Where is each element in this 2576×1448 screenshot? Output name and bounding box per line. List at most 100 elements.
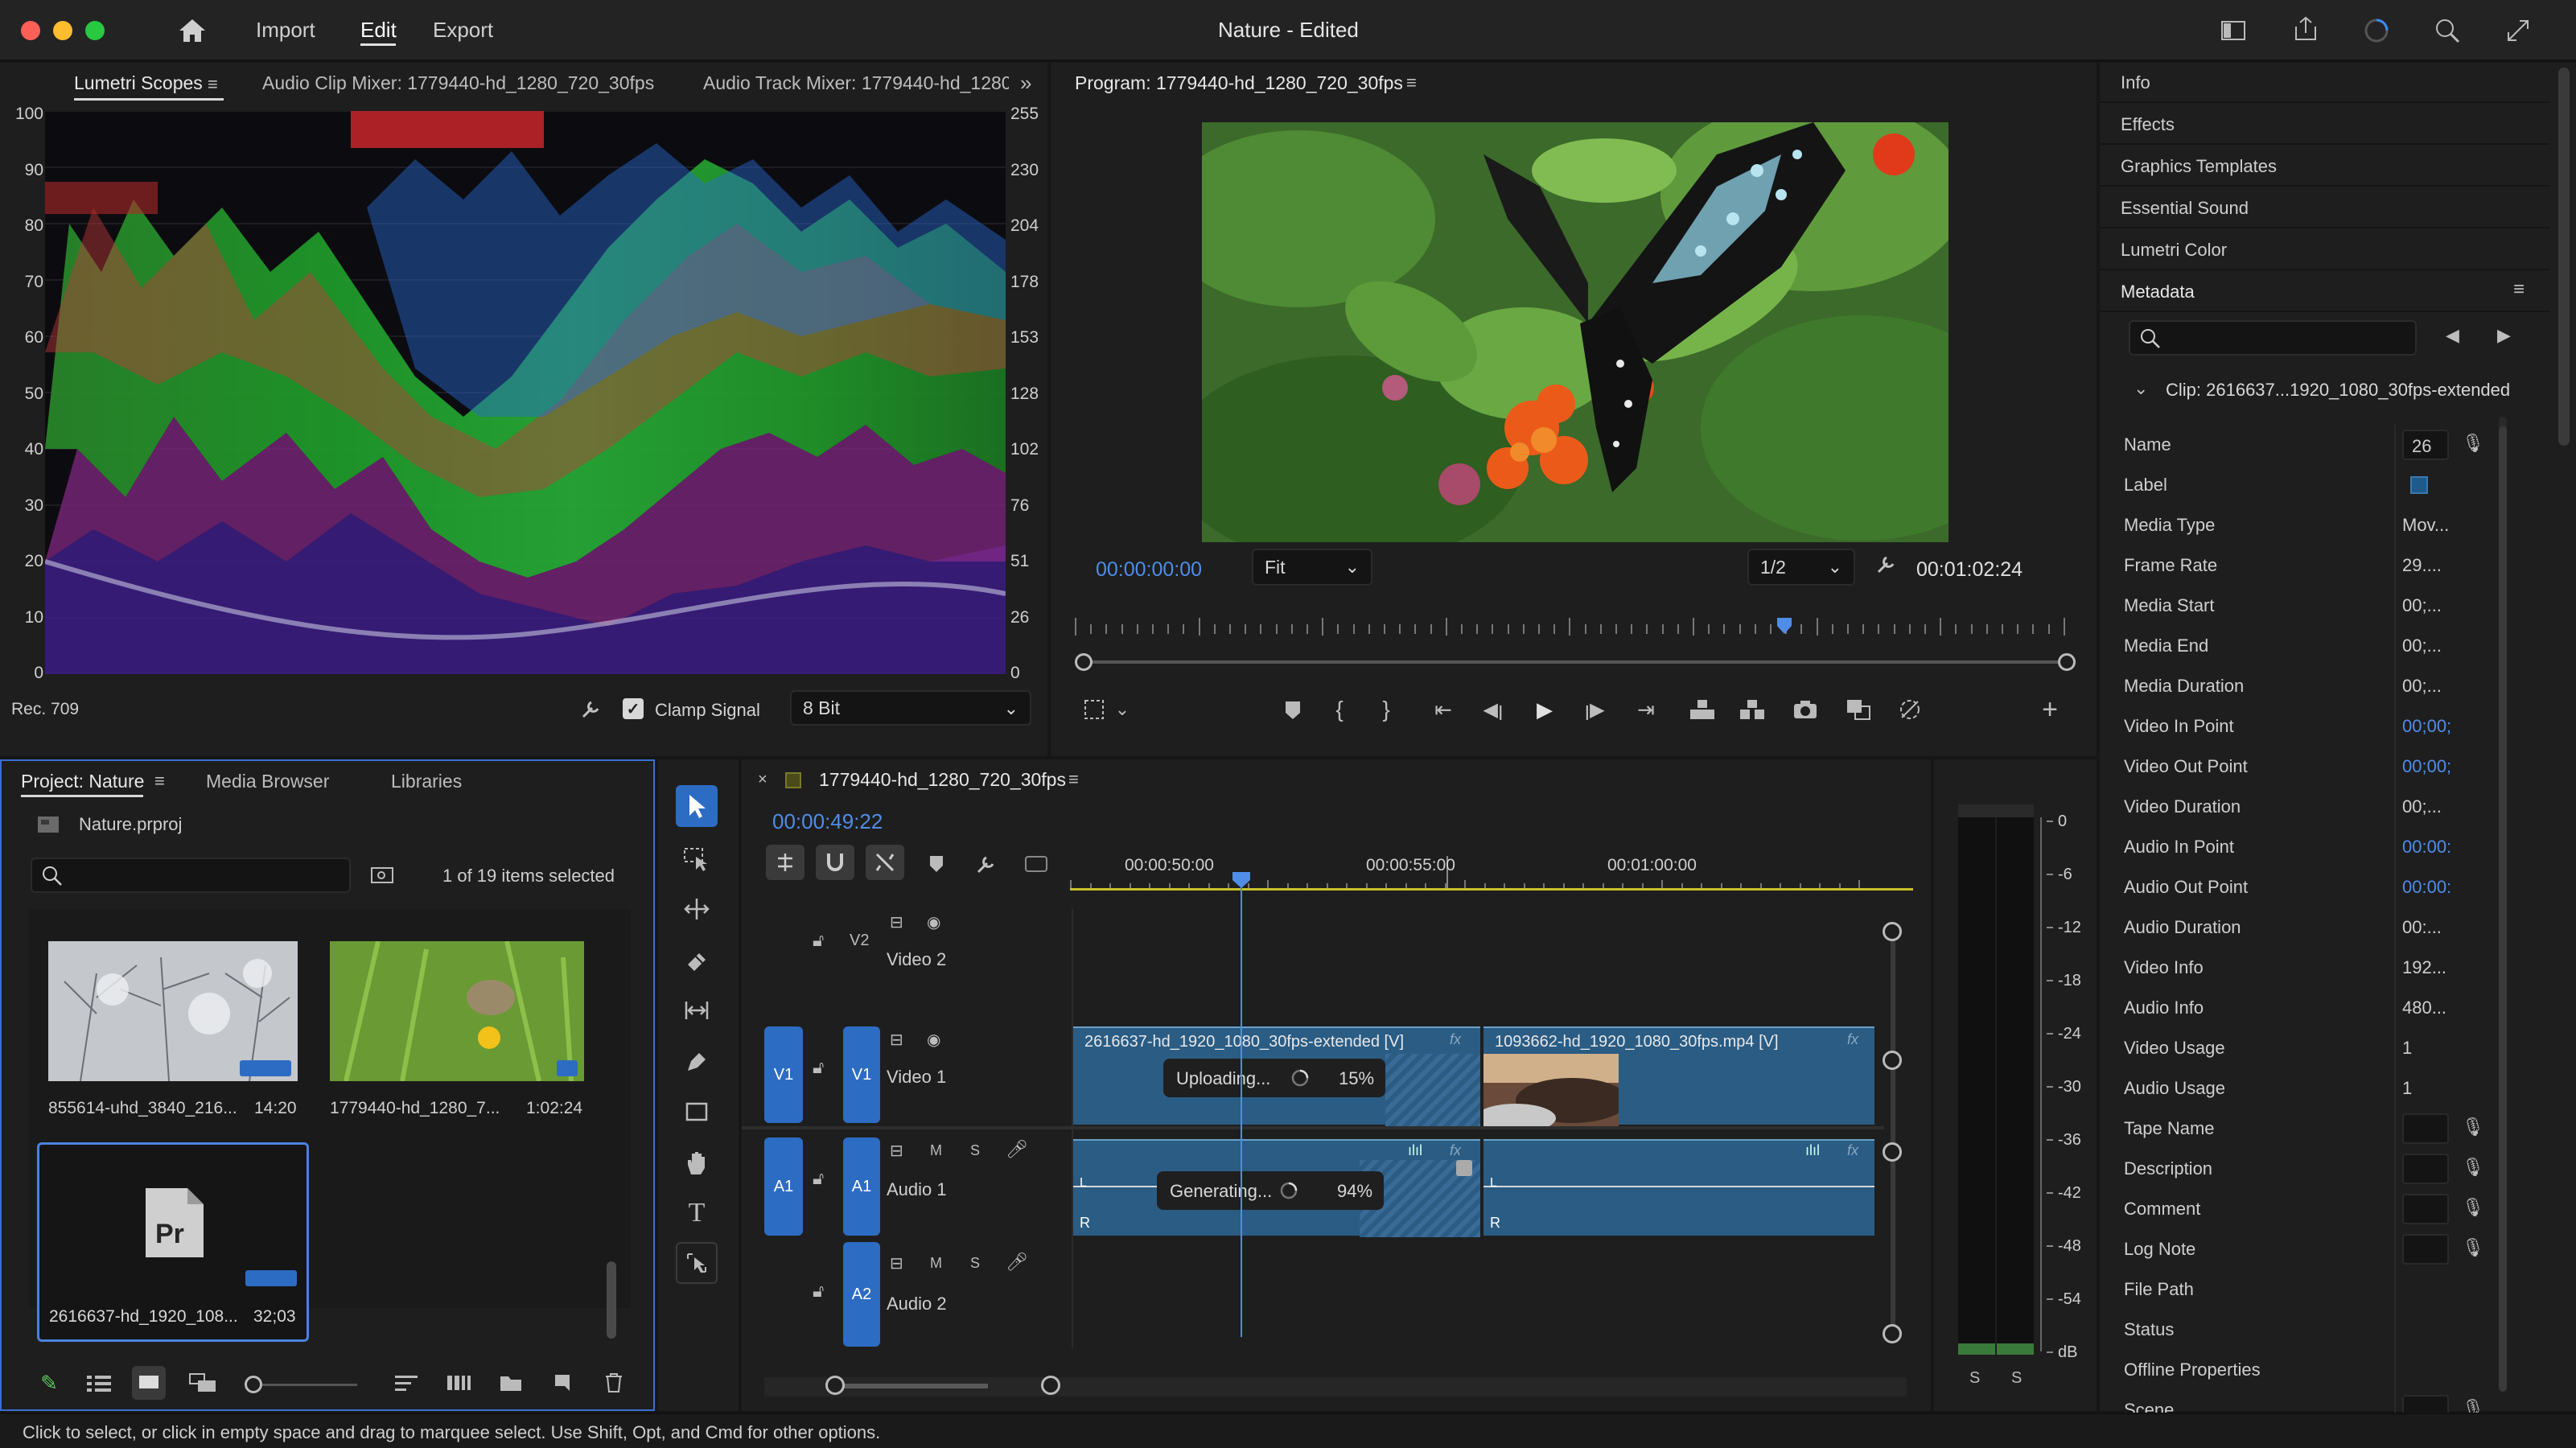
- hscroll-handle-right[interactable]: [1041, 1376, 1060, 1395]
- go-to-in-icon[interactable]: ⇤: [1429, 695, 1458, 724]
- panel-item-info[interactable]: Info: [2100, 63, 2550, 103]
- solo-left-button[interactable]: S: [1969, 1369, 1980, 1388]
- sync-lock-icon[interactable]: ⊟: [890, 912, 903, 932]
- list-view-icon[interactable]: [85, 1369, 113, 1397]
- vscroll-handle[interactable]: [1883, 1051, 1902, 1070]
- compare-view-icon[interactable]: [1842, 695, 1874, 724]
- insert-nest-icon[interactable]: [766, 845, 804, 880]
- mic-off-icon[interactable]: 🎙︎: [2462, 1117, 2484, 1137]
- tab-libraries[interactable]: Libraries: [391, 771, 462, 792]
- fullscreen-icon[interactable]: [2504, 16, 2533, 45]
- pencil-icon[interactable]: ✎: [35, 1369, 63, 1397]
- thumbnail-size-slider[interactable]: [262, 1384, 357, 1386]
- panel-menu-icon[interactable]: ≡: [154, 771, 165, 792]
- go-to-out-icon[interactable]: ⇥: [1632, 695, 1660, 724]
- track-vertical-scrollbar[interactable]: [1891, 930, 1895, 1332]
- sync-lock-icon[interactable]: ⊟: [890, 1030, 903, 1050]
- video-clip-extended[interactable]: 2616637-hd_1920_1080_30fps-extended [V] …: [1073, 1026, 1480, 1126]
- panel-item-effects[interactable]: Effects: [2100, 105, 2550, 145]
- close-window-button[interactable]: [21, 21, 40, 40]
- freeform-view-icon[interactable]: [187, 1369, 219, 1397]
- playback-resolution-dropdown[interactable]: 1/2 ⌄: [1747, 549, 1855, 586]
- panel-menu-icon[interactable]: ≡: [1406, 72, 1417, 93]
- bit-depth-dropdown[interactable]: 8 Bit ⌄: [790, 690, 1031, 726]
- new-item-icon[interactable]: [549, 1369, 576, 1397]
- mark-out-icon[interactable]: }: [1374, 695, 1398, 724]
- lock-icon[interactable]: 🔓︎: [813, 1168, 824, 1189]
- work-area-bar[interactable]: [1070, 888, 1913, 891]
- pen-tool-icon[interactable]: [676, 1041, 718, 1083]
- eye-icon[interactable]: ◉: [927, 912, 940, 932]
- panel-menu-icon[interactable]: ≡: [208, 74, 218, 95]
- menu-import[interactable]: Import: [256, 18, 315, 43]
- lock-icon[interactable]: 🔓︎: [813, 1281, 824, 1302]
- zoom-scroll-handle-right[interactable]: [2058, 653, 2076, 671]
- vscroll-handle[interactable]: [1883, 1142, 1902, 1162]
- eye-icon[interactable]: ◉: [927, 1030, 940, 1050]
- thumbnail-butterfly[interactable]: [330, 941, 584, 1081]
- program-current-timecode[interactable]: 00:00:00:00: [1096, 558, 1202, 582]
- lock-icon[interactable]: 🔓︎: [813, 930, 824, 951]
- linked-selection-icon[interactable]: [866, 845, 904, 880]
- panel-layout-icon[interactable]: [2219, 18, 2248, 43]
- hscroll-handle-left[interactable]: [825, 1376, 845, 1395]
- add-marker-icon[interactable]: [1279, 697, 1307, 724]
- timeline-scroll-thumb[interactable]: [827, 1384, 988, 1388]
- track-select-tool-icon[interactable]: [676, 838, 718, 880]
- solo-right-button[interactable]: S: [2011, 1369, 2022, 1388]
- new-bin-icon[interactable]: [497, 1369, 525, 1397]
- vscroll-handle[interactable]: [1883, 922, 1902, 941]
- panel-item-graphics-templates[interactable]: Graphics Templates: [2100, 146, 2550, 187]
- automate-to-sequence-icon[interactable]: [446, 1369, 473, 1397]
- trash-icon[interactable]: [600, 1369, 628, 1397]
- tab-project[interactable]: Project: Nature: [21, 771, 144, 792]
- mic-off-icon[interactable]: 🎙︎: [2462, 1197, 2484, 1218]
- program-playhead[interactable]: [1776, 618, 1792, 634]
- share-icon[interactable]: [2291, 14, 2320, 43]
- track-target-v1[interactable]: V1: [843, 1026, 880, 1123]
- type-tool-icon[interactable]: T: [676, 1192, 718, 1234]
- panel-item-metadata[interactable]: Metadata: [2100, 272, 2550, 312]
- proxy-toggle-icon[interactable]: [1894, 695, 1926, 724]
- captions-icon[interactable]: [1020, 848, 1052, 880]
- lift-icon[interactable]: [1686, 695, 1718, 724]
- progress-spinner-icon[interactable]: [2362, 16, 2391, 45]
- safe-margins-icon[interactable]: [1080, 695, 1109, 724]
- program-time-ruler[interactable]: [1075, 618, 2074, 637]
- thumbnail-size-slider-handle[interactable]: [245, 1376, 262, 1393]
- microphone-icon[interactable]: 🎤︎: [1006, 1252, 1028, 1273]
- add-marker-icon[interactable]: [920, 848, 953, 880]
- menu-edit[interactable]: Edit: [360, 18, 397, 43]
- sync-lock-icon[interactable]: ⊟: [890, 1141, 903, 1161]
- sequence-tab[interactable]: 1779440-hd_1280_720_30fps: [819, 769, 1066, 791]
- metadata-edit-field[interactable]: [2402, 1154, 2449, 1184]
- metadata-edit-field[interactable]: [2402, 1234, 2449, 1265]
- microphone-icon[interactable]: 🎤︎: [1006, 1139, 1028, 1160]
- chevron-down-icon[interactable]: ⌄: [1110, 695, 1134, 724]
- sequence-timecode[interactable]: 00:00:49:22: [772, 809, 883, 834]
- timeline-settings-wrench-icon[interactable]: [970, 848, 1002, 880]
- timeline-playhead-head[interactable]: [1232, 872, 1250, 888]
- metadata-edit-field[interactable]: 26: [2402, 430, 2449, 460]
- right-panel-scroll-thumb[interactable]: [2558, 68, 2570, 446]
- home-icon[interactable]: [174, 16, 211, 45]
- panel-item-essential-sound[interactable]: Essential Sound: [2100, 188, 2550, 228]
- wrench-icon[interactable]: [1873, 550, 1900, 578]
- mic-off-icon[interactable]: 🎙︎: [2462, 1157, 2484, 1178]
- program-monitor-title[interactable]: Program: 1779440-hd_1280_720_30fps: [1075, 72, 1403, 94]
- mute-track-button[interactable]: M: [930, 1255, 942, 1272]
- solo-track-button[interactable]: S: [970, 1142, 980, 1159]
- slip-tool-icon[interactable]: [676, 989, 718, 1031]
- icon-view-icon[interactable]: [132, 1366, 166, 1400]
- previous-result-icon[interactable]: ◀: [2446, 325, 2459, 346]
- clamp-signal-checkbox[interactable]: ✓: [623, 698, 644, 719]
- sort-icons-icon[interactable]: [393, 1369, 420, 1397]
- program-video-frame[interactable]: [1202, 122, 1948, 542]
- export-frame-camera-icon[interactable]: [1789, 695, 1821, 724]
- snap-magnet-icon[interactable]: [816, 845, 854, 880]
- label-color-swatch[interactable]: [2410, 476, 2428, 494]
- metadata-scroll-thumb[interactable]: [2499, 426, 2507, 1392]
- timeline-ruler[interactable]: 00:00:50:00 00:00:55:00 00:01:00:00: [1070, 856, 1860, 904]
- mark-in-icon[interactable]: {: [1327, 695, 1352, 724]
- panel-menu-icon[interactable]: ≡: [2513, 278, 2525, 301]
